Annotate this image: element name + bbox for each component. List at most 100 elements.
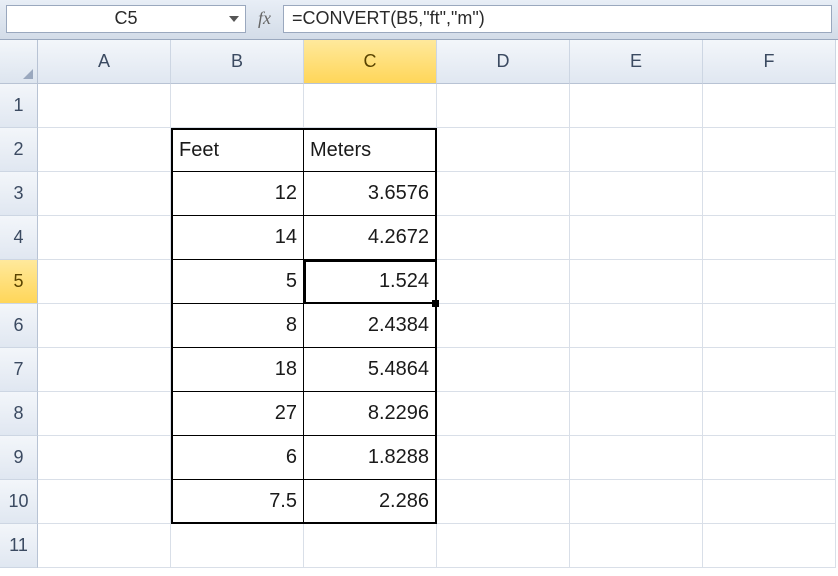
- cell-f3[interactable]: [703, 172, 836, 216]
- col-head-c[interactable]: C: [304, 40, 437, 84]
- cell-e10[interactable]: [570, 480, 703, 524]
- name-box-value: C5: [114, 8, 137, 29]
- cell-c6[interactable]: 2.4384: [304, 304, 437, 348]
- cell-a1[interactable]: [38, 84, 171, 128]
- row-head-7[interactable]: 7: [0, 348, 38, 392]
- row-head-8[interactable]: 8: [0, 392, 38, 436]
- cell-e5[interactable]: [570, 260, 703, 304]
- cell-d2[interactable]: [437, 128, 570, 172]
- row-head-6[interactable]: 6: [0, 304, 38, 348]
- row-head-1[interactable]: 1: [0, 84, 38, 128]
- cell-e7[interactable]: [570, 348, 703, 392]
- cell-b3[interactable]: 12: [171, 172, 304, 216]
- cell-a10[interactable]: [38, 480, 171, 524]
- cell-b10[interactable]: 7.5: [171, 480, 304, 524]
- cell-b7[interactable]: 18: [171, 348, 304, 392]
- cell-c4[interactable]: 4.2672: [304, 216, 437, 260]
- cell-b2[interactable]: Feet: [171, 128, 304, 172]
- row-head-2[interactable]: 2: [0, 128, 38, 172]
- cell-c5[interactable]: 1.524: [304, 260, 437, 304]
- cell-b9[interactable]: 6: [171, 436, 304, 480]
- col-head-d[interactable]: D: [437, 40, 570, 84]
- cell-c11[interactable]: [304, 524, 437, 568]
- fill-handle[interactable]: [432, 300, 439, 307]
- cell-e6[interactable]: [570, 304, 703, 348]
- cell-c8[interactable]: 8.2296: [304, 392, 437, 436]
- cell-b11[interactable]: [171, 524, 304, 568]
- cell-e3[interactable]: [570, 172, 703, 216]
- cell-f5[interactable]: [703, 260, 836, 304]
- cell-text: 18: [275, 358, 297, 381]
- cell-d4[interactable]: [437, 216, 570, 260]
- cell-d10[interactable]: [437, 480, 570, 524]
- cell-f11[interactable]: [703, 524, 836, 568]
- cell-a2[interactable]: [38, 128, 171, 172]
- cell-e4[interactable]: [570, 216, 703, 260]
- cell-e2[interactable]: [570, 128, 703, 172]
- name-box[interactable]: C5: [6, 5, 246, 33]
- cell-a7[interactable]: [38, 348, 171, 392]
- cell-d9[interactable]: [437, 436, 570, 480]
- col-head-b[interactable]: B: [171, 40, 304, 84]
- cell-b4[interactable]: 14: [171, 216, 304, 260]
- cell-c10[interactable]: 2.286: [304, 480, 437, 524]
- cell-f8[interactable]: [703, 392, 836, 436]
- cell-d5[interactable]: [437, 260, 570, 304]
- cell-d6[interactable]: [437, 304, 570, 348]
- cell-c2[interactable]: Meters: [304, 128, 437, 172]
- cell-c1[interactable]: [304, 84, 437, 128]
- cell-text: 2.286: [379, 490, 429, 513]
- cell-a8[interactable]: [38, 392, 171, 436]
- cell-text: 6: [286, 446, 297, 469]
- cell-e9[interactable]: [570, 436, 703, 480]
- cell-e8[interactable]: [570, 392, 703, 436]
- cell-f4[interactable]: [703, 216, 836, 260]
- cell-d8[interactable]: [437, 392, 570, 436]
- row-head-11[interactable]: 11: [0, 524, 38, 568]
- cell-text: 14: [275, 226, 297, 249]
- cell-d11[interactable]: [437, 524, 570, 568]
- cell-b6[interactable]: 8: [171, 304, 304, 348]
- cell-a9[interactable]: [38, 436, 171, 480]
- col-head-e[interactable]: E: [570, 40, 703, 84]
- row-head-4[interactable]: 4: [0, 216, 38, 260]
- cell-b5[interactable]: 5: [171, 260, 304, 304]
- cell-c9[interactable]: 1.8288: [304, 436, 437, 480]
- cell-f1[interactable]: [703, 84, 836, 128]
- cell-a6[interactable]: [38, 304, 171, 348]
- cell-e1[interactable]: [570, 84, 703, 128]
- cell-text: 4.2672: [368, 226, 429, 249]
- row-head-10[interactable]: 10: [0, 480, 38, 524]
- cell-f7[interactable]: [703, 348, 836, 392]
- dropdown-icon[interactable]: [229, 16, 239, 22]
- cell-b8[interactable]: 27: [171, 392, 304, 436]
- cell-f10[interactable]: [703, 480, 836, 524]
- row-head-5[interactable]: 5: [0, 260, 38, 304]
- cell-text: 5.4864: [368, 358, 429, 381]
- cell-f9[interactable]: [703, 436, 836, 480]
- cell-a4[interactable]: [38, 216, 171, 260]
- fx-icon[interactable]: fx: [254, 8, 275, 29]
- cell-e11[interactable]: [570, 524, 703, 568]
- col-head-f[interactable]: F: [703, 40, 836, 84]
- cell-a11[interactable]: [38, 524, 171, 568]
- formula-input[interactable]: =CONVERT(B5,"ft","m"): [283, 5, 832, 33]
- cell-d3[interactable]: [437, 172, 570, 216]
- cell-b1[interactable]: [171, 84, 304, 128]
- col-head-a[interactable]: A: [38, 40, 171, 84]
- cell-c7[interactable]: 5.4864: [304, 348, 437, 392]
- cell-text: 8: [286, 314, 297, 337]
- select-all-corner[interactable]: [0, 40, 38, 84]
- cell-text: 2.4384: [368, 314, 429, 337]
- cell-c3[interactable]: 3.6576: [304, 172, 437, 216]
- cell-d7[interactable]: [437, 348, 570, 392]
- cell-a3[interactable]: [38, 172, 171, 216]
- cell-text: 7.5: [269, 490, 297, 513]
- cell-text: Meters: [310, 139, 371, 162]
- cell-a5[interactable]: [38, 260, 171, 304]
- cell-f6[interactable]: [703, 304, 836, 348]
- row-head-9[interactable]: 9: [0, 436, 38, 480]
- row-head-3[interactable]: 3: [0, 172, 38, 216]
- cell-f2[interactable]: [703, 128, 836, 172]
- cell-d1[interactable]: [437, 84, 570, 128]
